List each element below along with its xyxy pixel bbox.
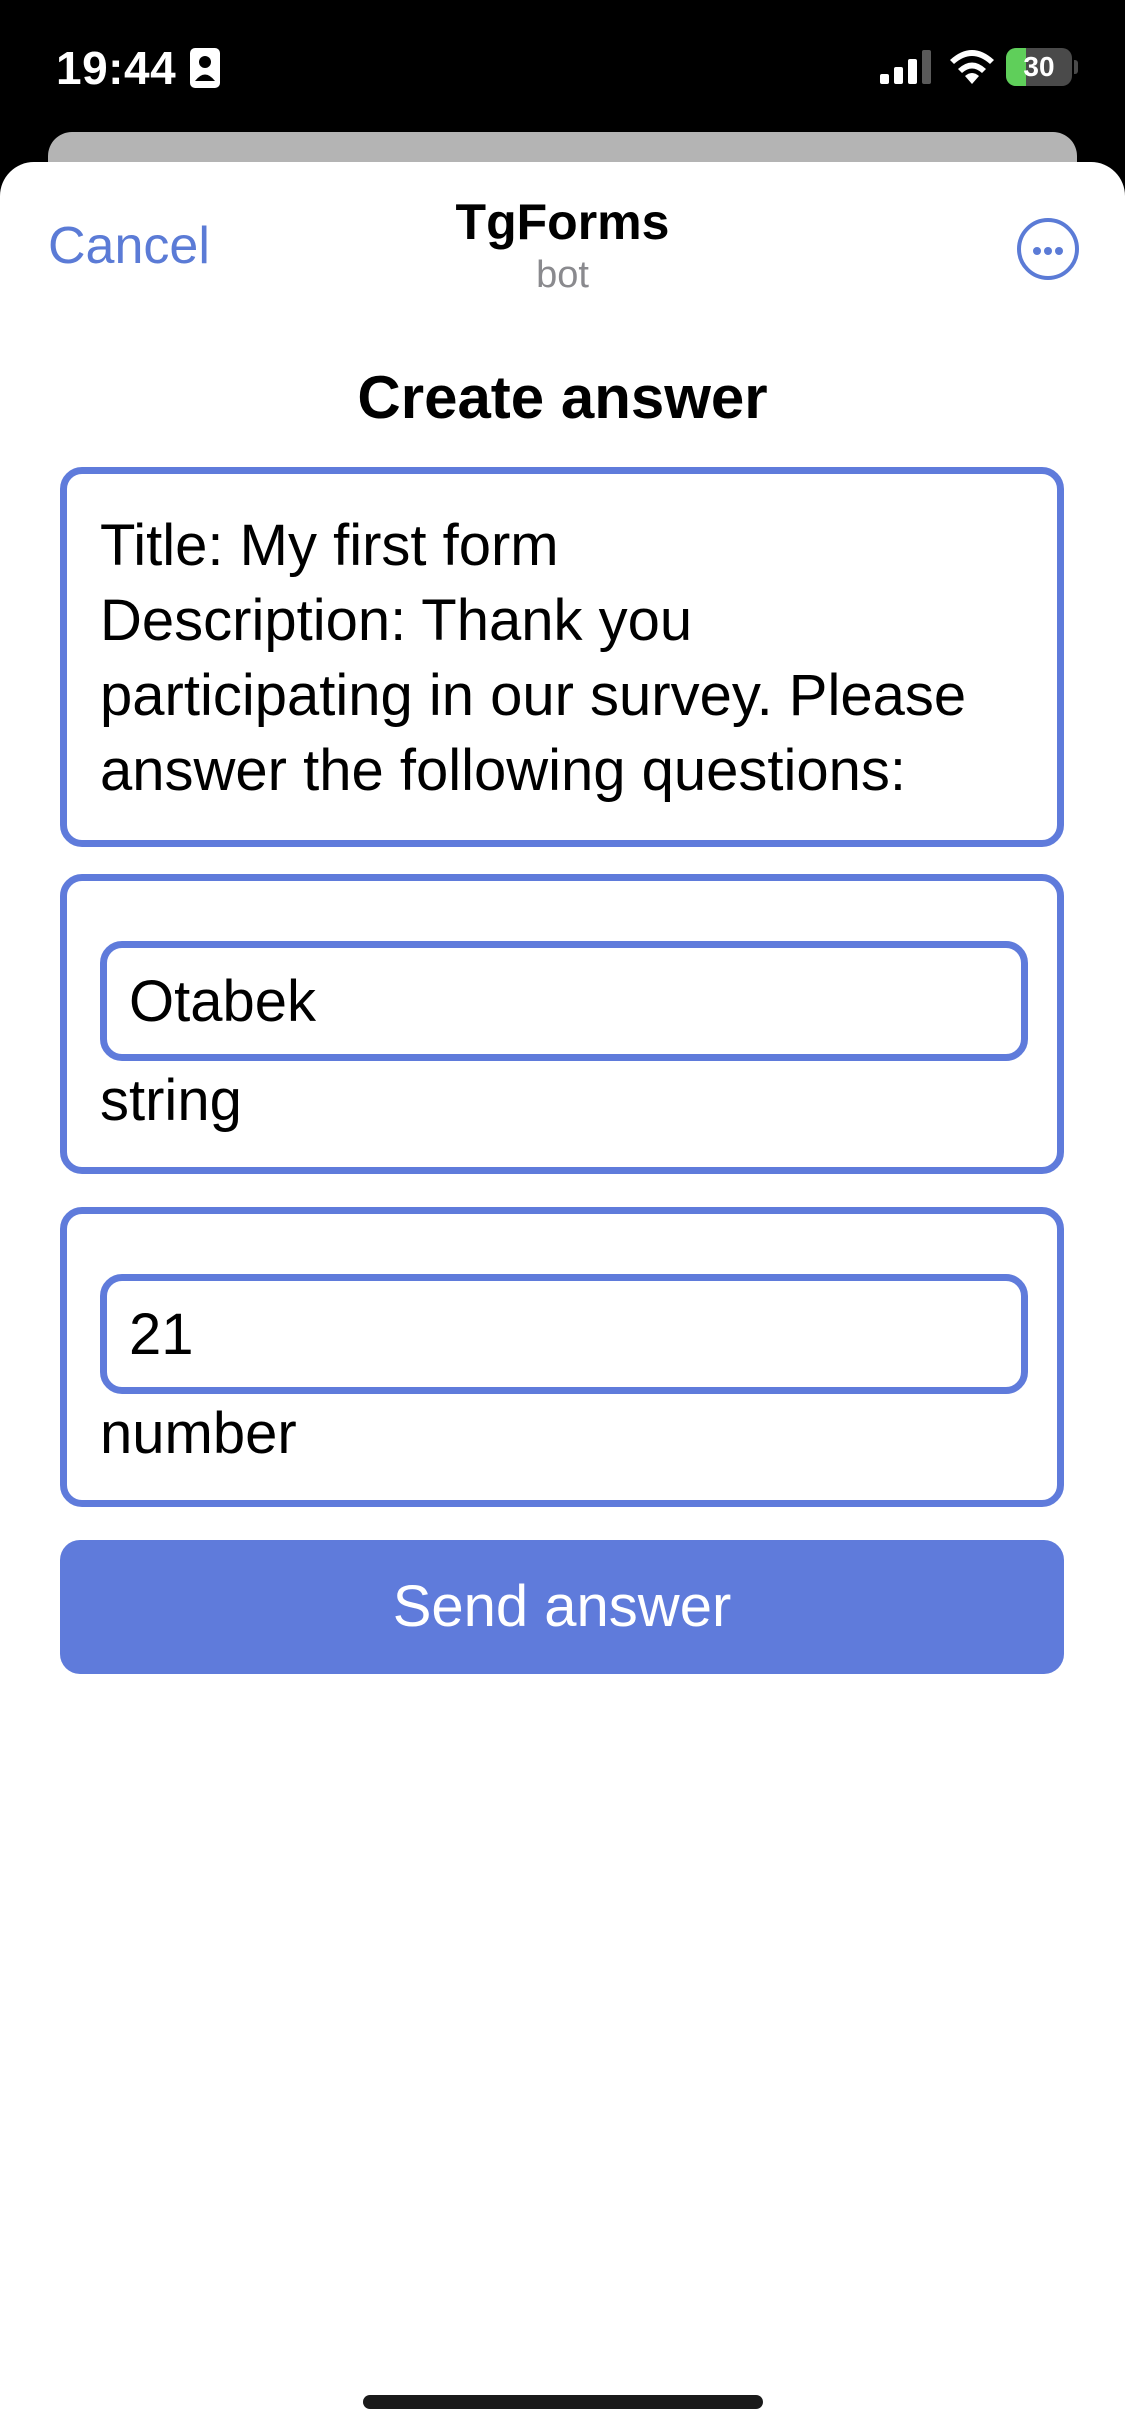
more-dot: [1044, 247, 1052, 255]
more-dot: [1033, 247, 1041, 255]
battery-charging-icon: 30: [1006, 48, 1078, 86]
string-answer-input[interactable]: [100, 941, 1028, 1061]
battery-body: 30: [1006, 48, 1072, 86]
cellular-signal-icon: [880, 50, 932, 89]
status-time: 19:44: [56, 42, 177, 94]
answer-type-label: string: [100, 1068, 242, 1133]
number-answer-input[interactable]: [100, 1274, 1028, 1394]
more-options-icon[interactable]: [1017, 218, 1079, 280]
form-description-line: answer the following questions:: [100, 738, 907, 803]
more-dot: [1055, 247, 1063, 255]
page-title: Create answer: [357, 364, 768, 431]
wifi-icon: [948, 48, 996, 89]
form-description-card: Title: My first form Description: Thank …: [60, 467, 1064, 847]
battery-cap: [1074, 60, 1078, 74]
question-card: number: [60, 1207, 1064, 1507]
form-description-line: participating in our survey. Please: [100, 663, 967, 728]
form-title-line: Title: My first form: [100, 513, 559, 578]
battery-level: 30: [1023, 51, 1055, 82]
answer-type-label: number: [100, 1401, 297, 1466]
mini-app-sheet: Cancel TgForms bot Create answer Title: …: [0, 162, 1125, 2436]
bot-title: TgForms: [455, 194, 670, 250]
status-bar: 19:44 30: [0, 0, 1125, 132]
id-badge-icon: [190, 48, 220, 93]
form-description-line: Description: Thank you: [100, 588, 693, 653]
home-indicator[interactable]: [363, 2395, 763, 2409]
question-card: string: [60, 874, 1064, 1174]
send-answer-button[interactable]: Send answer: [60, 1540, 1064, 1674]
bot-subtitle: bot: [536, 254, 589, 296]
